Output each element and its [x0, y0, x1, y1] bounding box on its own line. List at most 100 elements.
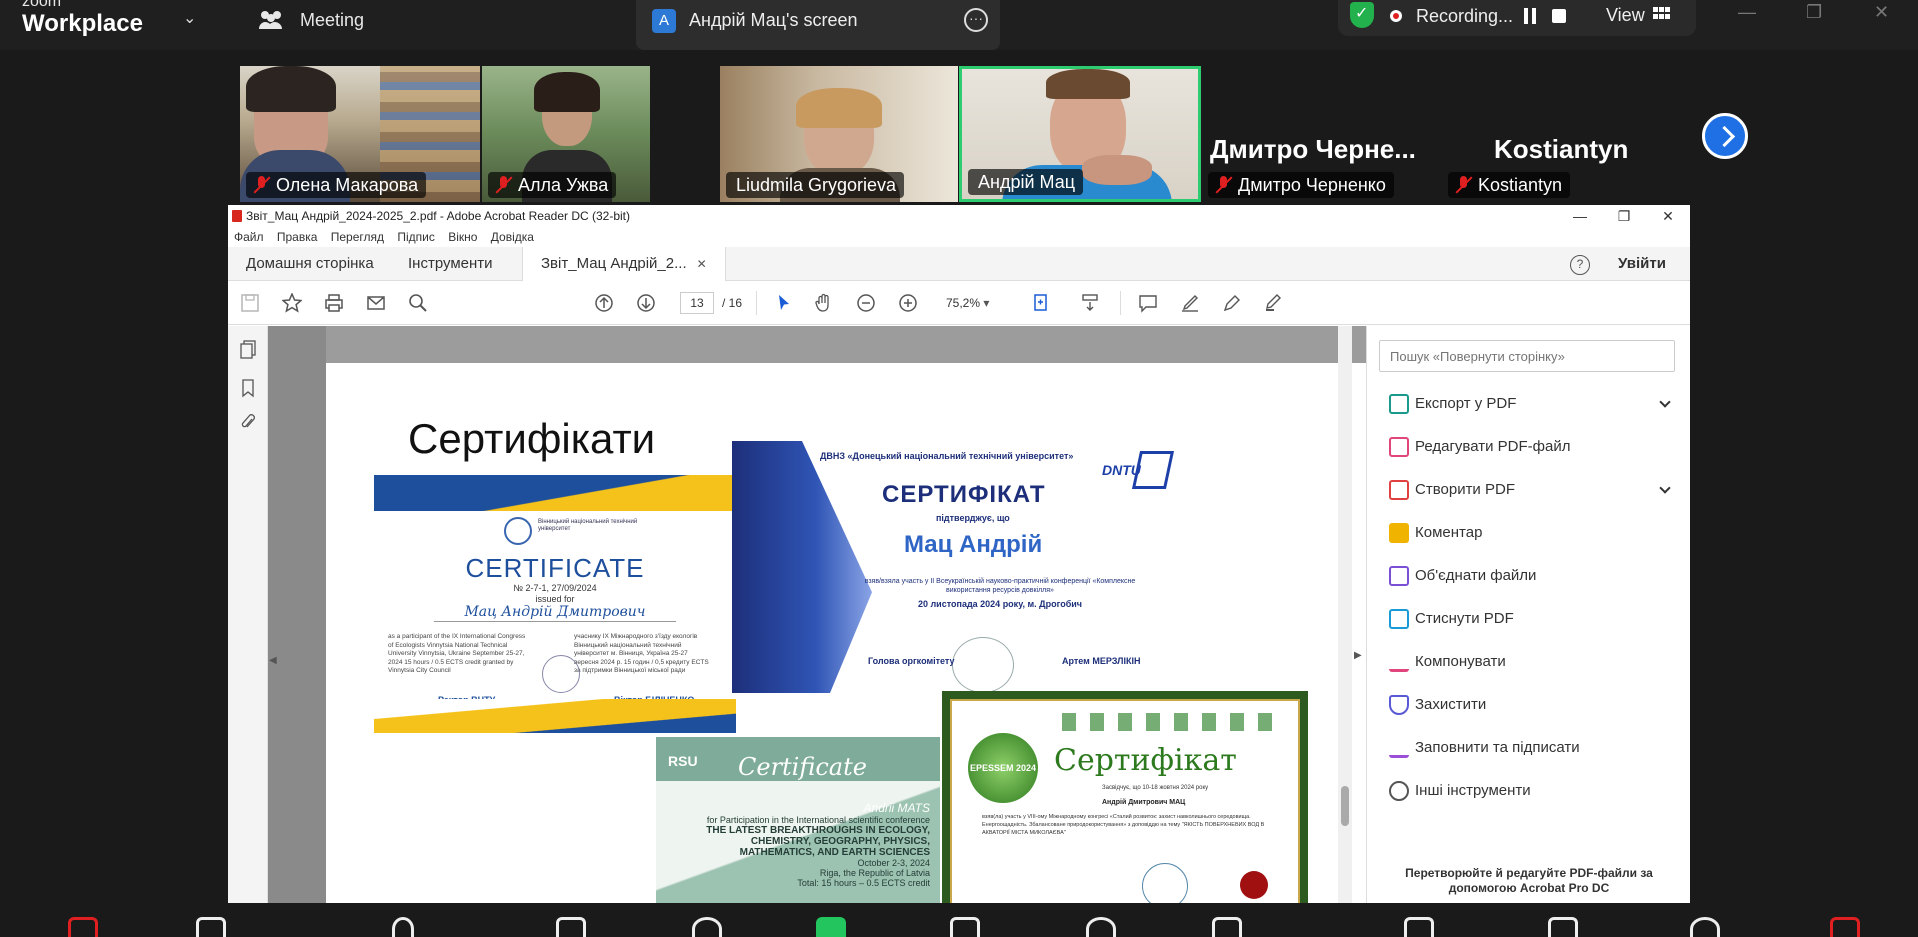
attachments-icon[interactable] — [239, 412, 257, 432]
minimize-icon[interactable]: — — [1738, 2, 1756, 23]
bookmark-star-icon[interactable] — [281, 292, 303, 313]
active-speaker-tile[interactable]: Андрій Мац — [959, 66, 1201, 202]
encryption-shield-icon[interactable] — [1350, 2, 1374, 28]
participant-tile[interactable]: Liudmila Grygorieva — [720, 66, 958, 202]
zoom-window: zoom Workplace ⌄ Meeting A Андрій Мац's … — [0, 0, 1918, 937]
zoom-in-icon[interactable] — [898, 293, 918, 313]
tool-combine-files[interactable]: Об'єднати файли — [1389, 564, 1669, 588]
search-icon[interactable] — [408, 293, 428, 313]
apps-button[interactable] — [1086, 917, 1116, 937]
participant-name: Олена Макарова — [246, 172, 427, 198]
next-page-icon[interactable] — [636, 293, 656, 313]
fill-sign-icon[interactable] — [1264, 293, 1284, 313]
pause-recording-button[interactable] — [1524, 8, 1536, 24]
certificate-issued: issued for — [535, 594, 575, 604]
page-number-input[interactable]: 13 — [680, 292, 714, 314]
combine-files-icon — [1389, 566, 1409, 586]
record-button[interactable] — [950, 917, 980, 937]
bookmarks-icon[interactable] — [239, 378, 257, 398]
toolbar-divider — [1120, 291, 1121, 315]
vertical-scrollbar[interactable] — [1338, 326, 1352, 903]
tool-comment[interactable]: Коментар — [1389, 521, 1669, 545]
view-menu[interactable]: View — [1606, 5, 1645, 26]
scrollbar-thumb[interactable] — [1341, 786, 1349, 826]
mute-button[interactable] — [68, 917, 98, 937]
chat-button[interactable] — [556, 917, 586, 937]
participant-tile[interactable]: Алла Ужва — [482, 66, 650, 202]
close-icon[interactable]: ✕ — [1646, 205, 1690, 227]
grid-view-icon[interactable] — [1653, 7, 1671, 23]
stop-recording-button[interactable] — [1552, 9, 1566, 23]
participant-tile[interactable]: Олена Макарова — [240, 66, 480, 202]
menu-edit[interactable]: Правка — [277, 230, 318, 244]
more-icon[interactable]: ··· — [964, 8, 988, 32]
highlight-pen-icon[interactable] — [1180, 293, 1200, 313]
sign-pen-icon[interactable] — [1222, 293, 1242, 313]
help-icon[interactable]: ? — [1570, 255, 1590, 275]
video-button[interactable] — [196, 917, 226, 937]
recording-label: Recording... — [1416, 6, 1514, 26]
chevron-down-icon[interactable] — [1659, 396, 1671, 408]
maximize-icon[interactable]: ❐ — [1806, 2, 1822, 23]
fit-page-icon[interactable] — [1032, 293, 1052, 313]
print-icon[interactable] — [324, 293, 344, 313]
sign-in-button[interactable]: Увійти — [1618, 247, 1666, 281]
tab-tools[interactable]: Інструменти — [390, 247, 511, 281]
tools-search-input[interactable] — [1379, 340, 1675, 372]
whiteboard-button[interactable] — [1212, 917, 1242, 937]
participants-button[interactable] — [392, 917, 414, 937]
tool-create-pdf[interactable]: Створити PDF — [1389, 478, 1671, 502]
menu-window[interactable]: Вікно — [448, 230, 477, 244]
collapse-right-icon[interactable]: ▶ — [1354, 650, 1362, 661]
reactions-button[interactable] — [692, 917, 722, 937]
menu-file[interactable]: Файл — [234, 230, 264, 244]
shared-screen-label: Андрій Мац's screen — [689, 10, 858, 30]
menu-help[interactable]: Довідка — [491, 230, 534, 244]
restore-icon[interactable]: ❐ — [1602, 205, 1646, 227]
tool-more-tools[interactable]: Інші інструменти — [1389, 779, 1669, 803]
tool-compress-pdf[interactable]: Стиснути PDF — [1389, 607, 1669, 631]
zoom-level-select[interactable]: 75,2% — [946, 292, 989, 314]
tool-protect[interactable]: Захистити — [1389, 693, 1669, 717]
more-tools-icon — [1389, 781, 1409, 801]
tab-home[interactable]: Домашня сторінка — [228, 247, 392, 281]
tool-edit-pdf[interactable]: Редагувати PDF-файл — [1389, 435, 1669, 459]
participant-tile[interactable]: Kostiantyn Kostiantyn — [1442, 66, 1682, 202]
page-thumbnails-icon[interactable] — [239, 340, 257, 360]
zoom-out-icon[interactable] — [856, 293, 876, 313]
tool-export-pdf[interactable]: Експорт у PDF — [1389, 392, 1671, 416]
select-cursor-icon[interactable] — [774, 293, 794, 313]
shared-screen-tab[interactable]: A Андрій Мац's screen ··· — [636, 0, 1000, 50]
epessem-logo: EPESSEM 2024 — [968, 733, 1038, 803]
document-viewport[interactable]: Сертифікати Вінницький національний техн… — [268, 326, 1388, 903]
hand-tool-icon[interactable] — [814, 293, 834, 313]
close-icon[interactable]: ✕ — [1874, 2, 1889, 23]
certificate-heading: Certificate — [738, 753, 867, 781]
menu-view[interactable]: Перегляд — [331, 230, 384, 244]
end-meeting-button[interactable] — [1830, 917, 1860, 937]
notes-button[interactable] — [1548, 917, 1578, 937]
next-page-button[interactable] — [1702, 113, 1748, 159]
save-icon[interactable] — [240, 293, 260, 313]
recording-bar: Recording... View — [1338, 0, 1696, 36]
more-button[interactable] — [1690, 917, 1720, 937]
upgrade-promo[interactable]: Перетворюйте й редагуйте PDF-файли за до… — [1387, 866, 1671, 896]
meeting-menu[interactable]: Meeting — [300, 10, 364, 31]
tool-organize[interactable]: Компонувати — [1389, 650, 1669, 674]
chevron-down-icon[interactable] — [1659, 482, 1671, 494]
collapse-left-icon[interactable]: ◀ — [269, 655, 277, 666]
tool-fill-sign[interactable]: Заповнити та підписати — [1389, 736, 1669, 760]
minimize-icon[interactable]: — — [1558, 205, 1602, 227]
menu-sign[interactable]: Підпис — [397, 230, 435, 244]
captions-button[interactable] — [1404, 917, 1434, 937]
sharer-avatar: A — [652, 9, 676, 33]
share-screen-button[interactable] — [816, 917, 846, 937]
chevron-down-icon[interactable]: ⌄ — [183, 8, 196, 28]
tab-document[interactable]: Звіт_Мац Андрій_2... ✕ — [522, 247, 726, 282]
prev-page-icon[interactable] — [594, 293, 614, 313]
participant-tile[interactable]: Дмитро Черне... Дмитро Черненко — [1202, 66, 1442, 202]
scroll-mode-icon[interactable] — [1080, 293, 1100, 313]
comment-icon[interactable] — [1138, 293, 1158, 313]
email-icon[interactable] — [366, 293, 386, 313]
close-tab-icon[interactable]: ✕ — [697, 257, 707, 271]
